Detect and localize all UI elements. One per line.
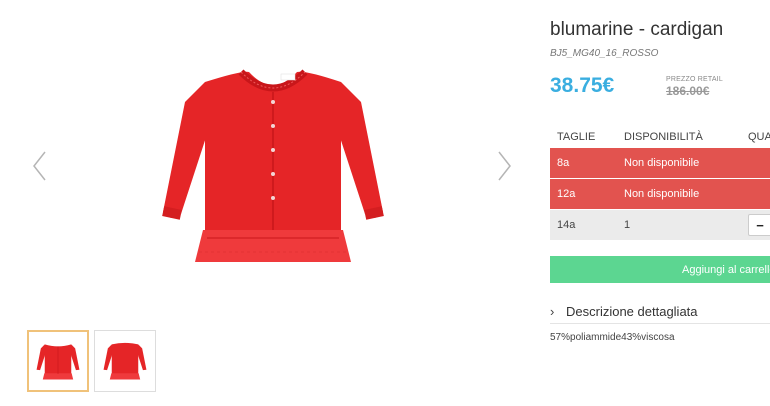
retail-price: 186.00€ xyxy=(666,84,710,98)
product-page: blumarine - cardigan BJ5_MG40_16_ROSSO 3… xyxy=(0,0,770,406)
prev-image-button[interactable] xyxy=(30,148,50,184)
availability-label: 1 xyxy=(624,219,631,231)
thumbnail-front[interactable] xyxy=(27,330,89,392)
cardigan-back-thumbnail xyxy=(103,342,147,380)
product-gallery xyxy=(0,0,540,406)
next-image-button[interactable] xyxy=(494,148,514,184)
size-label: 14a xyxy=(557,219,576,231)
availability-label: Non disponibile xyxy=(624,157,700,169)
product-info: blumarine - cardigan BJ5_MG40_16_ROSSO 3… xyxy=(550,0,770,406)
product-title: blumarine - cardigan xyxy=(550,19,724,40)
size-label: 8a xyxy=(557,157,570,169)
size-row-8a: 8a Non disponibile xyxy=(550,148,770,178)
add-to-cart-button[interactable]: Aggiungi al carrello xyxy=(550,256,770,283)
sizes-table: TAGLIE DISPONIBILITÀ QUA 8a Non disponib… xyxy=(550,126,770,241)
thumbnail-strip xyxy=(27,330,156,392)
header-availability: DISPONIBILITÀ xyxy=(624,131,703,143)
sizes-table-header: TAGLIE DISPONIBILITÀ QUA xyxy=(550,126,770,148)
chevron-right-icon xyxy=(498,151,511,181)
header-sizes: TAGLIE xyxy=(557,131,596,143)
header-quantity: QUA xyxy=(748,131,770,143)
thumbnail-back[interactable] xyxy=(94,330,156,392)
chevron-right-icon: › xyxy=(550,304,555,319)
product-price: 38.75€ xyxy=(550,74,615,97)
chevron-left-icon xyxy=(33,151,46,181)
size-row-12a: 12a Non disponibile xyxy=(550,179,770,209)
description-toggle[interactable]: › Descrizione dettagliata xyxy=(550,300,770,324)
size-row-14a: 14a 1 − xyxy=(550,210,770,240)
product-sku: BJ5_MG40_16_ROSSO xyxy=(550,48,659,59)
availability-label: Non disponibile xyxy=(624,188,700,200)
cardigan-front-thumbnail xyxy=(36,344,80,380)
size-label: 12a xyxy=(557,188,576,200)
product-main-image xyxy=(162,69,384,262)
description-label: Descrizione dettagliata xyxy=(566,304,698,319)
retail-price-label: PREZZO RETAIL xyxy=(666,76,723,83)
product-composition: 57%poliammide43%viscosa xyxy=(550,332,675,343)
quantity-decrease-button[interactable]: − xyxy=(748,214,770,236)
